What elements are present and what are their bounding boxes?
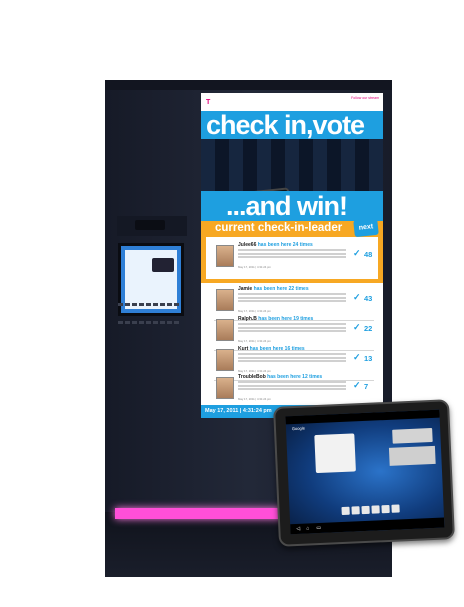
leader-card[interactable]: Julee66 has been here 24 times May 17, 2… bbox=[206, 237, 378, 279]
camera-icon bbox=[135, 220, 165, 230]
kiosk-main-screen: T Follow our stream check in,vote ...and… bbox=[201, 93, 383, 418]
check-icon: ✓ bbox=[353, 248, 361, 258]
avatar bbox=[216, 289, 234, 311]
footer-timestamp: May 17, 2011 | 4:31:24 pm bbox=[205, 408, 272, 414]
entry-count: 43 bbox=[364, 294, 373, 303]
app-icon[interactable] bbox=[381, 504, 390, 514]
entry-name: TroubleBob bbox=[238, 374, 266, 380]
product-scene: T Follow our stream check in,vote ...and… bbox=[0, 0, 464, 607]
entry-count: 48 bbox=[364, 250, 373, 259]
tablet-thumbnail-icon bbox=[152, 258, 174, 272]
back-icon[interactable]: ◁ bbox=[296, 526, 300, 532]
header-link[interactable]: Follow our stream bbox=[351, 96, 379, 100]
check-icon: ✓ bbox=[353, 380, 361, 390]
next-icon[interactable]: next bbox=[353, 217, 379, 238]
headline-1: check in,vote bbox=[206, 110, 365, 140]
recent-apps-icon[interactable]: ▭ bbox=[316, 525, 321, 531]
tablet-navbar: ◁ ⌂ ▭ bbox=[290, 517, 445, 535]
app-icon[interactable] bbox=[341, 506, 350, 516]
entry-visits: has been here 16 times bbox=[249, 346, 305, 352]
entry-visits: has been here 24 times bbox=[257, 242, 313, 248]
app-icon[interactable] bbox=[361, 505, 370, 515]
entry-visits: has been here 19 times bbox=[258, 316, 314, 322]
avatar bbox=[216, 377, 234, 399]
app-icon[interactable] bbox=[371, 505, 380, 514]
entry-count: 13 bbox=[364, 354, 373, 363]
entry-name: Kurt bbox=[238, 346, 249, 352]
entry-timestamp: May 17, 2011 | 4:31:24 pm bbox=[238, 265, 272, 269]
list-item: Julee66 has been here 24 times May 17, 2… bbox=[206, 239, 378, 277]
app-icon[interactable] bbox=[391, 504, 400, 513]
entry-visits: has been here 12 times bbox=[267, 374, 323, 380]
entry-count: 7 bbox=[364, 382, 369, 391]
tablet-statusbar bbox=[285, 409, 440, 425]
brand-logo: T bbox=[206, 99, 212, 106]
entry-timestamp: May 17, 2011 | 4:31:24 pm bbox=[238, 397, 272, 401]
check-icon: ✓ bbox=[353, 292, 361, 302]
tablet-screen[interactable]: Google ◁ ⌂ ▭ bbox=[285, 409, 445, 535]
entry-count: 22 bbox=[364, 324, 373, 333]
check-icon: ✓ bbox=[353, 352, 361, 362]
headline-banner-top: check in,vote bbox=[201, 111, 383, 139]
entry-description bbox=[238, 381, 346, 392]
promo-photo-band bbox=[201, 139, 383, 235]
tablet-app-card[interactable] bbox=[388, 445, 436, 466]
entry-name: Ralph.B bbox=[238, 316, 257, 322]
avatar bbox=[216, 349, 234, 371]
entry-name: Julee66 bbox=[238, 242, 257, 248]
entry-description bbox=[238, 293, 346, 304]
avatar bbox=[216, 319, 234, 341]
leader-section: current check-in-leader next Julee66 has… bbox=[201, 217, 383, 283]
kiosk-top-edge bbox=[105, 80, 392, 90]
tablet-app-card[interactable] bbox=[392, 427, 433, 444]
headline-2: ...and win! bbox=[226, 191, 348, 221]
screen-header: T Follow our stream bbox=[201, 93, 383, 111]
entry-name: Jamie bbox=[238, 286, 253, 292]
kiosk-light-strip bbox=[115, 508, 290, 519]
leader-title: current check-in-leader bbox=[215, 222, 343, 234]
tablet-widget[interactable] bbox=[314, 433, 356, 474]
avatar bbox=[216, 245, 234, 267]
home-icon[interactable]: ⌂ bbox=[306, 525, 309, 531]
check-icon: ✓ bbox=[353, 322, 361, 332]
kiosk-keypad[interactable] bbox=[117, 294, 183, 324]
entry-description bbox=[238, 249, 346, 260]
android-tablet: Google ◁ ⌂ ▭ bbox=[273, 399, 455, 547]
entry-description bbox=[238, 353, 346, 364]
entry-visits: has been here 22 times bbox=[253, 286, 309, 292]
app-icon[interactable] bbox=[351, 506, 360, 515]
headline-banner-bottom: ...and win! bbox=[201, 191, 383, 221]
tablet-app-icons[interactable] bbox=[341, 499, 411, 516]
entry-description bbox=[238, 323, 346, 334]
google-search-bar[interactable]: Google bbox=[292, 426, 305, 432]
